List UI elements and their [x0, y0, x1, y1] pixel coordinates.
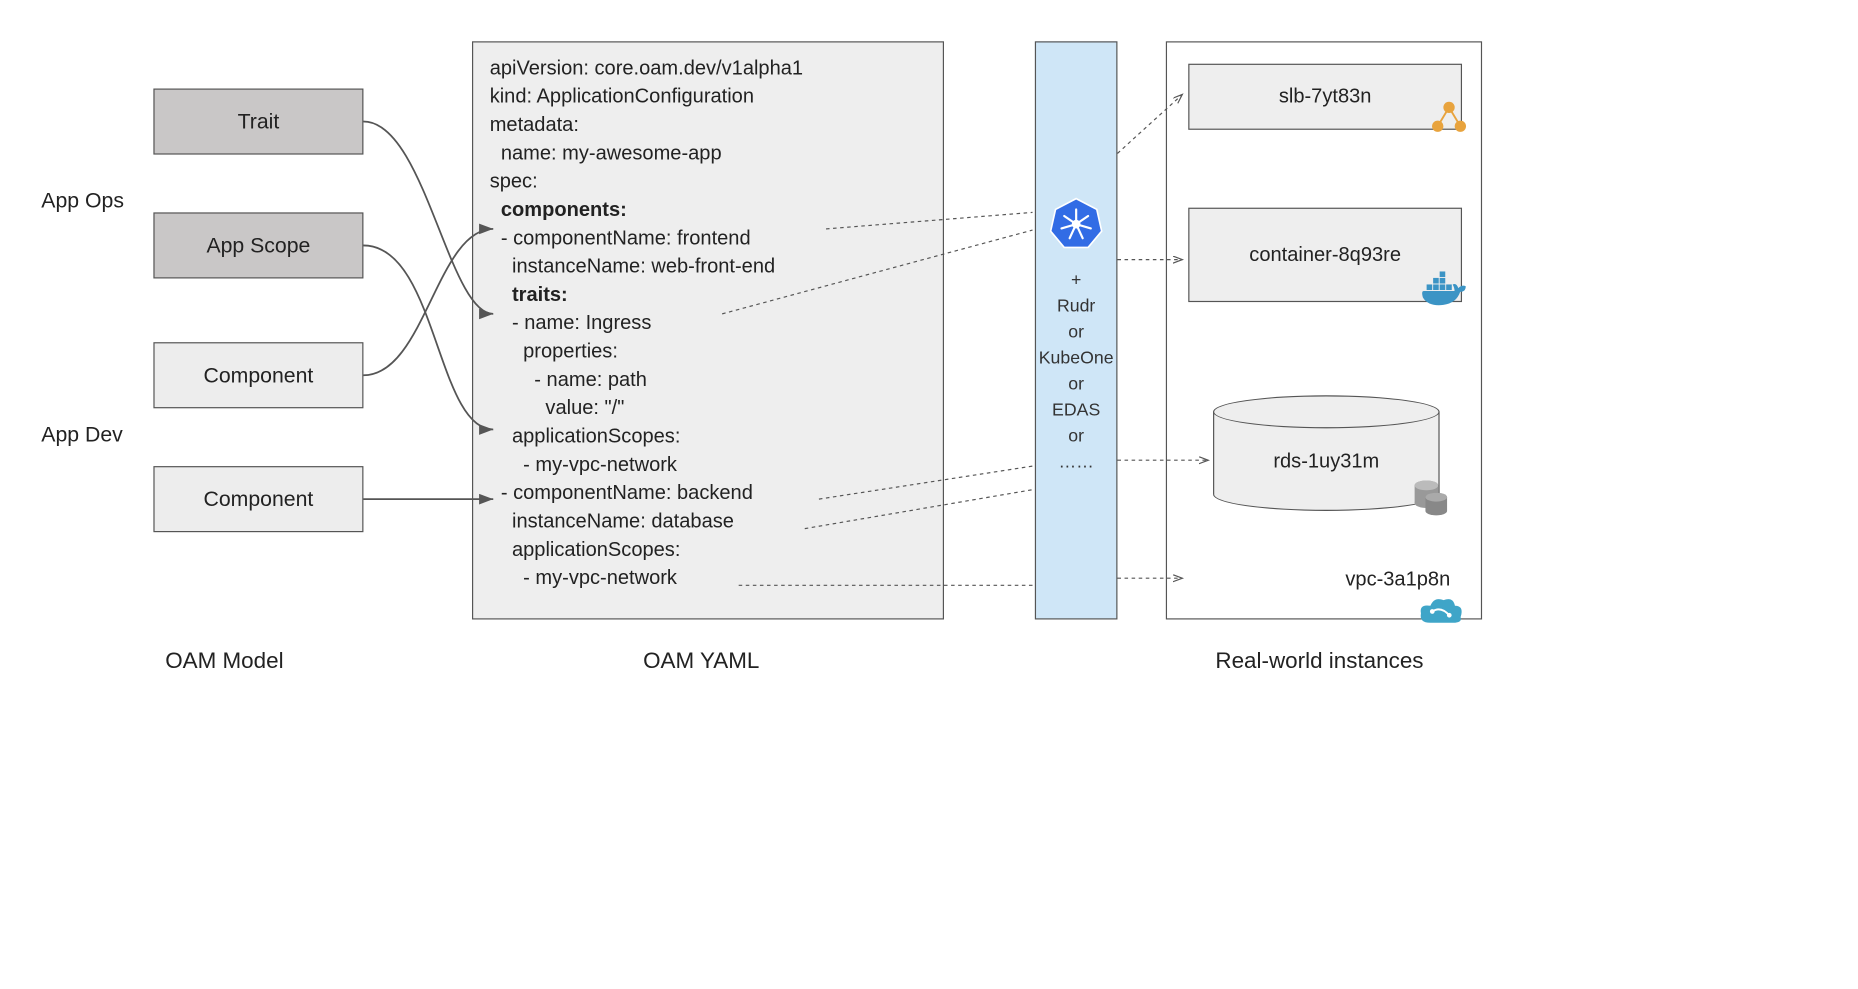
instances-box: slb-7yt83n container-8q93re	[1166, 41, 1482, 619]
yaml-line: - my-vpc-network	[490, 564, 927, 592]
yaml-line: instanceName: database	[490, 507, 927, 535]
yaml-line: value: "/"	[490, 394, 927, 422]
instance-vpc: vpc-3a1p8n	[1202, 562, 1450, 597]
yaml-line: properties:	[490, 337, 927, 365]
yaml-line: - componentName: backend	[490, 479, 927, 507]
component-2-label: Component	[204, 487, 314, 512]
column-label-instances: Real-world instances	[1215, 649, 1423, 675]
yaml-line: spec:	[490, 168, 927, 196]
yaml-line: components:	[490, 196, 927, 224]
yaml-line: metadata:	[490, 111, 927, 139]
yaml-line: name: my-awesome-app	[490, 139, 927, 167]
runtime-box: + RudrorKubeOneorEDASor……	[1035, 41, 1118, 619]
yaml-line: instanceName: web-front-end	[490, 253, 927, 281]
app-scope-label: App Scope	[206, 233, 310, 258]
yaml-line: - componentName: frontend	[490, 224, 927, 252]
yaml-line: apiVersion: core.oam.dev/v1alpha1	[490, 54, 927, 82]
database-icon	[1414, 479, 1449, 525]
kubernetes-icon	[1049, 196, 1103, 255]
box-trait: Trait	[153, 88, 363, 154]
instance-rds: rds-1uy31m	[1213, 395, 1440, 508]
runtime-item: or	[1039, 372, 1114, 398]
runtime-text: + RudrorKubeOneorEDASor……	[1039, 268, 1114, 476]
yaml-line: - name: path	[490, 366, 927, 394]
box-component-1: Component	[153, 342, 363, 408]
yaml-line: - name: Ingress	[490, 309, 927, 337]
yaml-box: apiVersion: core.oam.dev/v1alpha1kind: A…	[472, 41, 944, 619]
runtime-item: EDAS	[1039, 398, 1114, 424]
container-label: container-8q93re	[1249, 243, 1401, 267]
runtime-item: Rudr	[1039, 294, 1114, 320]
yaml-content: apiVersion: core.oam.dev/v1alpha1kind: A…	[490, 54, 927, 592]
box-app-scope: App Scope	[153, 212, 363, 278]
yaml-line: applicationScopes:	[490, 422, 927, 450]
yaml-line: - my-vpc-network	[490, 451, 927, 479]
runtime-item: or	[1039, 424, 1114, 450]
yaml-line: applicationScopes:	[490, 536, 927, 564]
trait-label: Trait	[238, 109, 280, 134]
column-label-model: OAM Model	[165, 649, 283, 675]
cloud-icon	[1417, 596, 1464, 635]
slb-label: slb-7yt83n	[1279, 85, 1372, 109]
box-component-2: Component	[153, 466, 363, 532]
instance-container: container-8q93re	[1188, 208, 1462, 302]
docker-icon	[1421, 271, 1468, 312]
runtime-item: ……	[1039, 450, 1114, 476]
runtime-plus: +	[1039, 268, 1114, 294]
yaml-line: traits:	[490, 281, 927, 309]
yaml-line: kind: ApplicationConfiguration	[490, 83, 927, 111]
role-app-ops: App Ops	[41, 189, 124, 214]
column-label-yaml: OAM YAML	[643, 649, 759, 675]
instance-slb: slb-7yt83n	[1188, 64, 1462, 130]
rds-label: rds-1uy31m	[1213, 450, 1440, 474]
component-1-label: Component	[204, 363, 314, 388]
runtime-item: or	[1039, 320, 1114, 346]
vpc-label: vpc-3a1p8n	[1345, 568, 1450, 592]
runtime-item: KubeOne	[1039, 346, 1114, 372]
role-app-dev: App Dev	[41, 422, 122, 447]
load-balancer-icon	[1430, 99, 1468, 140]
